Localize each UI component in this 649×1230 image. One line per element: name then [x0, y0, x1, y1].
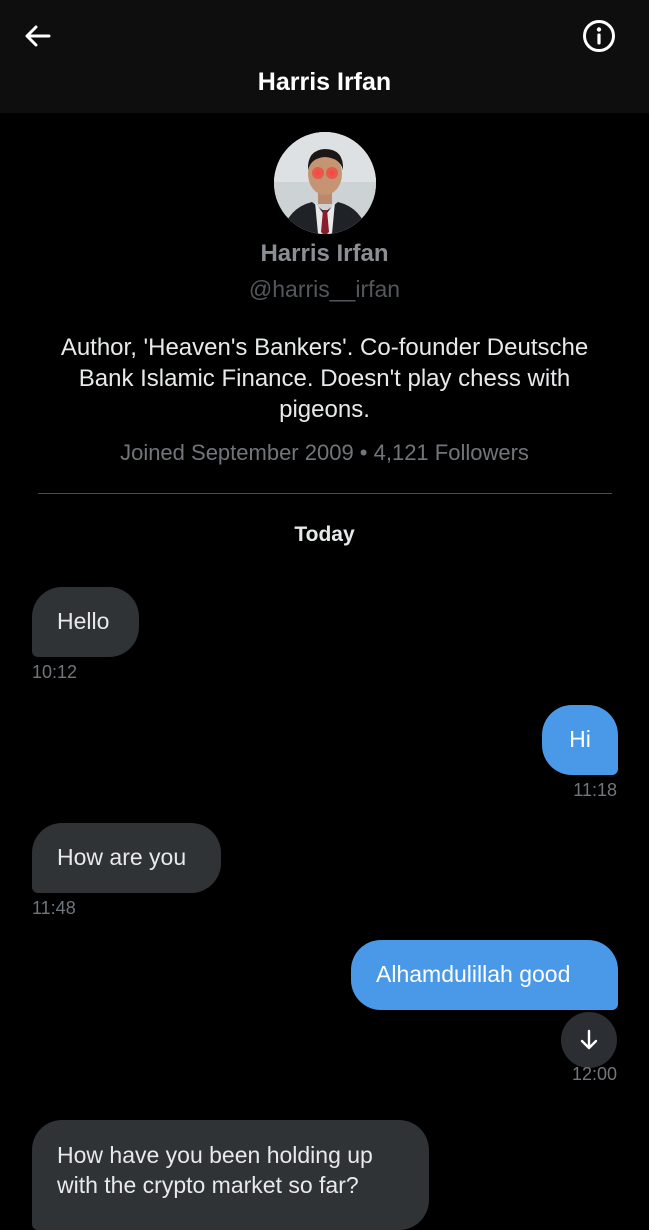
profile-meta: Joined September 2009 • 4,121 Followers [120, 440, 529, 465]
info-circle-icon [583, 20, 615, 52]
message-bubble-outgoing[interactable]: Alhamdulillah good [351, 940, 618, 1010]
profile-bio: Author, 'Heaven's Bankers'. Co-founder D… [60, 334, 589, 423]
message-bubble-incoming[interactable]: How are you [32, 823, 221, 893]
back-button[interactable] [20, 18, 56, 54]
message-text: Alhamdulillah good [376, 961, 571, 987]
arrow-left-icon [25, 25, 51, 47]
day-separator: Today [294, 523, 355, 546]
conversation-title: Harris Irfan [257, 68, 392, 96]
message-text: How are you [57, 844, 187, 870]
conversation-info-button[interactable] [579, 16, 619, 56]
profile-name[interactable]: Harris Irfan [0, 240, 649, 268]
message-timestamp: 11:18 [573, 780, 617, 800]
profile-handle: @harris__irfan [248, 276, 401, 302]
message-bubble-incoming[interactable]: Hello [32, 587, 139, 657]
message-bubble-outgoing[interactable]: Hi [542, 705, 618, 775]
message-text: Hello [57, 608, 110, 634]
scroll-to-bottom-button[interactable] [561, 1012, 617, 1068]
message-text: How have you been holding up with the cr… [57, 1142, 373, 1198]
divider [38, 493, 612, 494]
message-timestamp: 10:12 [32, 662, 78, 682]
avatar[interactable] [274, 132, 376, 234]
message-timestamp: 12:00 [571, 1064, 617, 1084]
message-bubble-incoming[interactable]: How have you been holding up with the cr… [32, 1120, 429, 1230]
message-text: Hi [569, 726, 591, 752]
profile-photo [274, 132, 376, 234]
conversation-header: Harris Irfan [0, 0, 649, 113]
message-timestamp: 11:48 [32, 898, 76, 918]
arrow-down-icon [580, 1029, 598, 1050]
